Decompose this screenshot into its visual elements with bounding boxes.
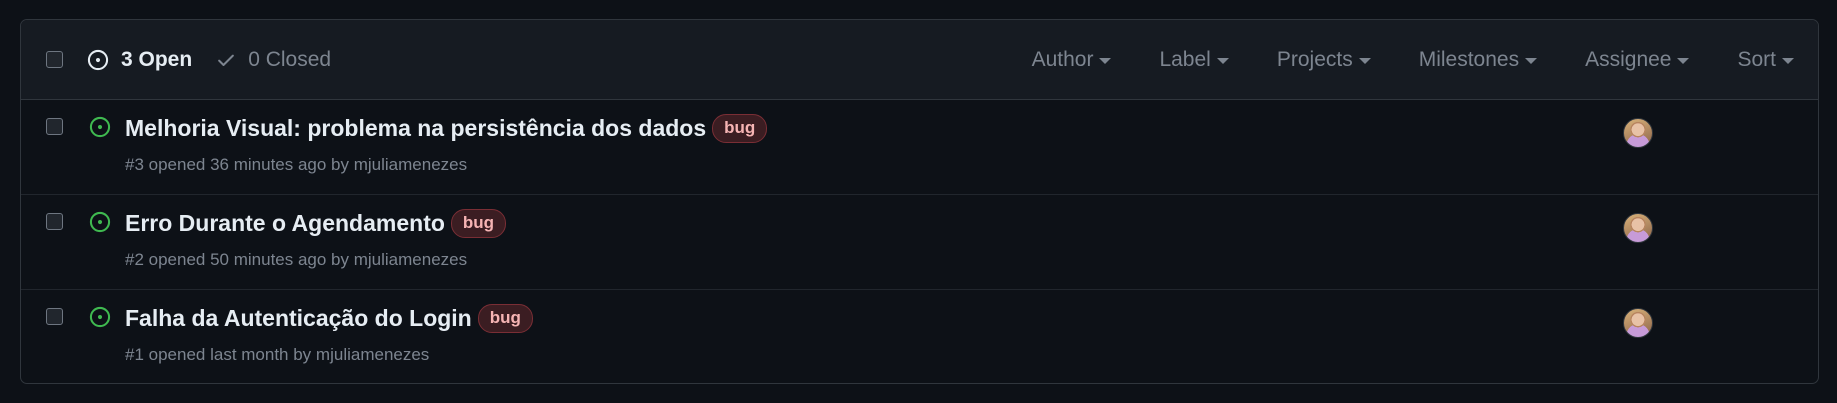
closed-issues-label: 0 Closed (248, 47, 332, 71)
issue-title-link[interactable]: Falha da Autenticação do Login (125, 305, 472, 332)
issue-row: Melhoria Visual: problema na persistênci… (21, 100, 1818, 195)
label-filter[interactable]: Label (1159, 48, 1229, 72)
issue-main: Falha da Autenticação do Login bug #1 op… (125, 304, 533, 365)
author-filter[interactable]: Author (1032, 48, 1112, 72)
select-all-checkbox[interactable] (46, 51, 63, 68)
assignee-avatar[interactable] (1623, 213, 1653, 243)
check-icon (218, 54, 235, 66)
open-issues-label: 3 Open (121, 47, 193, 71)
closed-issues-link[interactable]: 0 Closed (216, 48, 331, 72)
issue-checkbox[interactable] (46, 308, 63, 325)
bug-label[interactable]: bug (477, 304, 533, 333)
issue-row: Erro Durante o Agendamento bug #2 opened… (21, 195, 1818, 290)
issue-opened-icon (89, 211, 111, 233)
caret-down-icon (1782, 58, 1794, 64)
issue-opened-icon (89, 306, 111, 328)
caret-down-icon (1677, 58, 1690, 64)
issue-meta: #3 opened 36 minutes ago by mjuliameneze… (125, 155, 468, 174)
caret-down-icon (1216, 58, 1229, 64)
issue-main: Erro Durante o Agendamento bug #2 opened… (125, 209, 507, 270)
sort-filter[interactable]: Sort (1737, 48, 1794, 72)
issue-row: Falha da Autenticação do Login bug #1 op… (21, 290, 1818, 383)
caret-down-icon (1525, 58, 1538, 64)
issues-list-header: 3 Open 0 Closed Author Label Projects Mi… (21, 20, 1818, 100)
issue-opened-icon (87, 49, 109, 70)
assignee-avatar[interactable] (1623, 308, 1653, 338)
bug-label[interactable]: bug (712, 114, 768, 143)
filter-menu-bar: Author Label Projects Milestones Assigne… (1032, 48, 1794, 72)
issue-checkbox[interactable] (46, 118, 63, 135)
issue-checkbox[interactable] (46, 213, 63, 230)
issue-meta: #2 opened 50 minutes ago by mjuliameneze… (125, 250, 468, 269)
assignee-filter[interactable]: Assignee (1585, 48, 1690, 72)
projects-filter[interactable]: Projects (1277, 48, 1371, 72)
caret-down-icon (1099, 58, 1112, 64)
milestones-filter[interactable]: Milestones (1419, 48, 1538, 72)
issue-author-link[interactable]: mjuliamenezes (354, 155, 467, 174)
issue-state-tabs: 3 Open 0 Closed (87, 48, 331, 72)
bug-label[interactable]: bug (450, 209, 507, 238)
issue-title-link[interactable]: Melhoria Visual: problema na persistênci… (125, 115, 706, 142)
assignee-avatar[interactable] (1623, 118, 1653, 148)
caret-down-icon (1358, 58, 1371, 64)
issues-list-box: 3 Open 0 Closed Author Label Projects Mi… (20, 19, 1819, 384)
issue-opened-icon (89, 116, 111, 138)
issue-meta: #1 opened last month by mjuliamenezes (125, 345, 430, 364)
issue-author-link[interactable]: mjuliamenezes (354, 250, 467, 269)
open-issues-link[interactable]: 3 Open (87, 48, 192, 72)
issue-author-link[interactable]: mjuliamenezes (316, 345, 429, 364)
issue-main: Melhoria Visual: problema na persistênci… (125, 114, 768, 175)
issue-title-link[interactable]: Erro Durante o Agendamento (125, 210, 445, 237)
